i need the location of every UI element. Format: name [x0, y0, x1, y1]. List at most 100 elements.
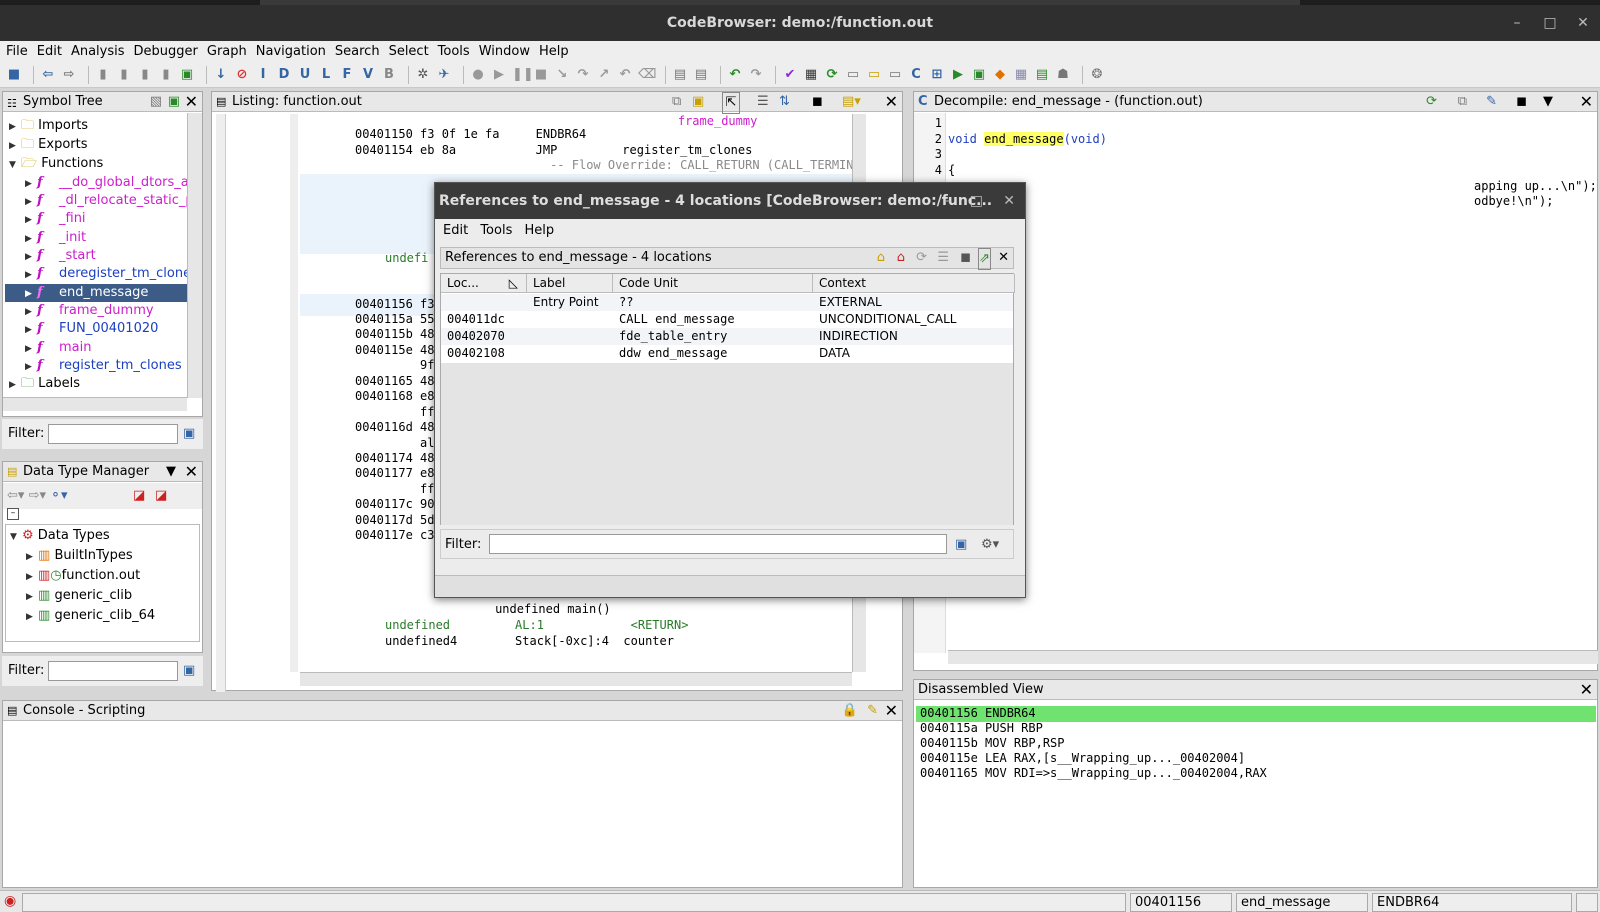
dtm-filter-icon-2[interactable]: ◪: [155, 483, 167, 509]
people-icon[interactable]: ☗: [1055, 67, 1071, 83]
tree-item-functions[interactable]: ▼ 🗁 Functions: [9, 155, 103, 173]
dtm-filter-options-icon[interactable]: ▣: [183, 656, 195, 686]
dtm-item-generic-clib[interactable]: ▶ ▥ generic_clib: [26, 587, 132, 605]
step-into-icon[interactable]: ↘: [554, 67, 570, 83]
decompile-icon[interactable]: C: [908, 67, 924, 83]
tree-item-exports[interactable]: ▶ 🗀 Exports: [9, 136, 87, 154]
dialog-menu-edit[interactable]: Edit: [443, 223, 468, 238]
tree-item-function[interactable]: ▶f__do_global_dtors_aux: [25, 174, 187, 192]
disconnect-icon[interactable]: ⌫: [638, 67, 656, 83]
cursor-icon[interactable]: ⇱: [722, 92, 740, 114]
tree-item-function[interactable]: ▶ f deregister_tm_clones: [25, 265, 187, 283]
next-label-icon[interactable]: L: [318, 67, 334, 83]
record-icon[interactable]: ●: [470, 67, 486, 83]
nav-icon-2[interactable]: ▮: [116, 67, 132, 83]
symbol-tree-filter-input[interactable]: [48, 424, 178, 444]
stop-icon[interactable]: ⊘: [234, 67, 250, 83]
next-bookmark-icon[interactable]: B: [381, 67, 397, 83]
tree-item-function[interactable]: ▶ f _init: [25, 229, 86, 247]
menu-file[interactable]: File: [6, 44, 28, 59]
decompile-hscroll[interactable]: [948, 650, 1598, 664]
disasm-line[interactable]: 0040115a PUSH RBP: [920, 721, 1043, 737]
decompile-snapshot-icon[interactable]: ◼: [1516, 92, 1527, 112]
disasm-close-icon[interactable]: ✕: [1580, 680, 1593, 700]
tool-icon-1[interactable]: ▤: [672, 67, 688, 83]
step-over-icon[interactable]: ↷: [575, 67, 591, 83]
copy-icon[interactable]: ⧉: [672, 92, 681, 112]
tag-icon[interactable]: ⌂: [877, 248, 885, 268]
filter-options-icon[interactable]: ▣: [183, 419, 195, 449]
menu-help[interactable]: Help: [539, 44, 569, 59]
run-script-icon[interactable]: ▶: [950, 67, 966, 83]
window-icon-3[interactable]: ▭: [887, 67, 903, 83]
help-icon[interactable]: ❂: [1089, 67, 1105, 83]
tree-item-function[interactable]: ▶f_dl_relocate_static_pie: [25, 192, 187, 210]
dtm-item-generic-clib-64[interactable]: ▶ ▥ generic_clib_64: [26, 607, 155, 625]
decompile-copy-icon[interactable]: ⧉: [1458, 92, 1467, 112]
symbol-tree-close-icon[interactable]: ✕: [185, 92, 198, 112]
maximize-button[interactable]: □: [1535, 5, 1565, 41]
references-filter-input[interactable]: [489, 534, 947, 554]
menu-select[interactable]: Select: [389, 44, 429, 59]
tree-item-function[interactable]: ▶ f _fini: [25, 210, 86, 228]
ref-snapshot-icon[interactable]: ◼: [960, 248, 971, 268]
ref-close-icon[interactable]: ✕: [998, 248, 1009, 268]
next-undefined-icon[interactable]: U: [297, 67, 313, 83]
diff-icon[interactable]: ⇅: [779, 92, 790, 112]
table-row[interactable]: 00402108 ddw end_message DATA: [441, 345, 1013, 362]
menu-debugger[interactable]: Debugger: [134, 44, 198, 59]
debug-run-icon[interactable]: ✈: [436, 67, 452, 83]
decompile-refresh-icon[interactable]: ⟳: [1426, 92, 1437, 112]
column-header-location[interactable]: Loc... ◺: [441, 274, 527, 293]
stop-debug-icon[interactable]: ■: [533, 67, 549, 83]
tree-item-imports[interactable]: ▶ 🗀 Imports: [9, 117, 88, 135]
table-row[interactable]: 00402070 fde_table_entry INDIRECTION: [441, 328, 1013, 345]
listing-close-icon[interactable]: ✕: [885, 92, 898, 112]
dialog-minimize-button[interactable]: –: [944, 183, 951, 219]
redo-icon[interactable]: ↷: [748, 67, 764, 83]
tool-icon-2[interactable]: ▤: [693, 67, 709, 83]
pause-icon[interactable]: ❚❚: [512, 67, 534, 83]
column-header-context[interactable]: Context: [813, 274, 1015, 293]
refresh-icon[interactable]: ⟳: [824, 67, 840, 83]
dtm-archive-icon[interactable]: ⚬▾: [50, 488, 67, 503]
menu-analysis[interactable]: Analysis: [71, 44, 125, 59]
export-icon[interactable]: ▤: [1034, 67, 1050, 83]
dtm-forward-icon[interactable]: ⇨▾: [29, 488, 46, 503]
decompile-edit-icon[interactable]: ✎: [1486, 92, 1497, 112]
next-data-icon[interactable]: D: [276, 67, 292, 83]
disasm-line[interactable]: 00401165 MOV RDI=>s__Wrapping_up..._0040…: [920, 766, 1267, 782]
nav-icon-3[interactable]: ▮: [137, 67, 153, 83]
disasm-line-current[interactable]: 00401156 ENDBR64: [916, 706, 1596, 722]
listing-hscroll[interactable]: [300, 672, 852, 686]
menu-search[interactable]: Search: [335, 44, 380, 59]
step-back-icon[interactable]: ↶: [617, 67, 633, 83]
diamond-icon[interactable]: ◆: [992, 67, 1008, 83]
table-row[interactable]: 004011dc CALL end_message UNCONDITIONAL_CA…: [441, 311, 1013, 328]
dtm-filter-input[interactable]: [48, 661, 178, 681]
tree-item-function[interactable]: ▶ f FUN_00401020: [25, 320, 158, 338]
debug-icon[interactable]: ✲: [415, 67, 431, 83]
nav-icon-1[interactable]: ▮: [95, 67, 111, 83]
decompile-menu-icon[interactable]: ▼: [1543, 92, 1553, 112]
ref-refresh-icon[interactable]: ⟳: [916, 248, 927, 268]
back-icon[interactable]: ⇦: [40, 67, 56, 83]
references-filter-settings-icon[interactable]: ⚙▾: [981, 530, 999, 560]
dtm-close-icon[interactable]: ✕: [185, 462, 198, 482]
window-icon-1[interactable]: ▭: [845, 67, 861, 83]
dtm-item-function-out[interactable]: ▶ ▥◷function.out: [26, 567, 140, 585]
tree-item-function-selected[interactable]: ▶ f end_message: [5, 284, 187, 302]
ref-export-icon[interactable]: ⇗: [978, 248, 991, 270]
dtm-back-icon[interactable]: ⇦▾: [7, 488, 24, 503]
tree-item-function[interactable]: ▶ f _start: [25, 247, 96, 265]
console-close-icon[interactable]: ✕: [885, 701, 898, 721]
column-header-label[interactable]: Label: [527, 274, 613, 293]
next-instruction-icon[interactable]: ↓: [213, 67, 229, 83]
listing-menu-icon[interactable]: ▤▾: [842, 92, 861, 112]
dtm-item-data-types[interactable]: ▼ ⚙ Data Types: [10, 527, 110, 545]
highlighted-function-name[interactable]: end_message: [984, 132, 1064, 146]
dtm-filter-icon-1[interactable]: ◪: [133, 483, 145, 509]
snapshot-icon[interactable]: ◼: [812, 92, 823, 112]
disasm-line[interactable]: 0040115b MOV RBP,RSP: [920, 736, 1065, 752]
disasm-line[interactable]: 0040115e LEA RAX,[s__Wrapping_up..._0040…: [920, 751, 1245, 767]
